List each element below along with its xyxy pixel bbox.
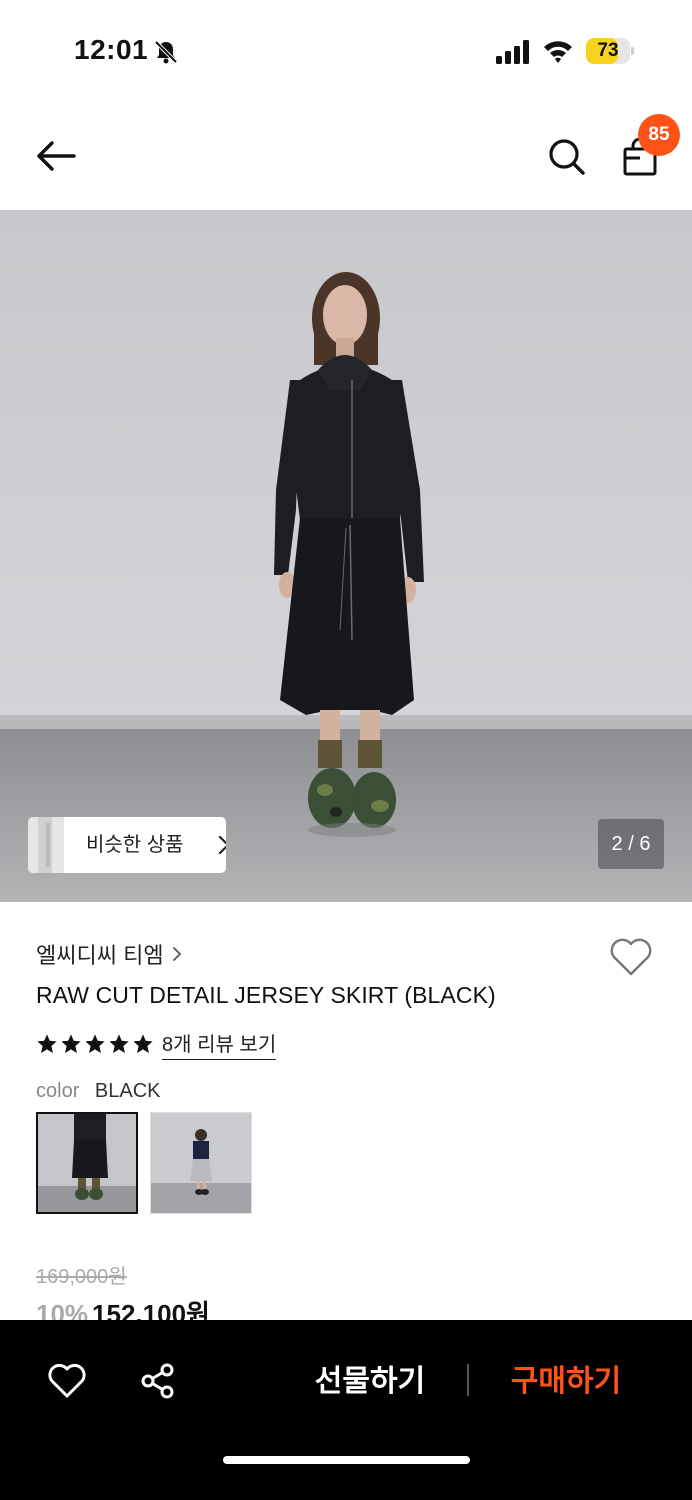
- similar-products-label: 비슷한 상품: [86, 834, 184, 856]
- search-button[interactable]: [540, 132, 594, 182]
- color-label: color: [36, 1080, 80, 1102]
- top-nav: 85: [0, 100, 692, 210]
- chevron-right-icon: [218, 835, 226, 855]
- battery-icon: 73: [586, 38, 634, 64]
- heart-icon: [48, 1363, 86, 1398]
- wishlist-button[interactable]: [608, 936, 656, 980]
- action-divider: [467, 1364, 469, 1396]
- color-swatches: [36, 1112, 252, 1214]
- back-button[interactable]: [28, 132, 84, 180]
- star-icon: [85, 1034, 105, 1053]
- signal-icon: [496, 40, 529, 64]
- color-swatch-black[interactable]: [36, 1112, 138, 1214]
- search-icon: [549, 139, 585, 175]
- cart-count-badge: 85: [638, 114, 680, 156]
- arrow-left-icon: [37, 141, 76, 171]
- swatch-image-grey: [151, 1113, 251, 1213]
- buy-button[interactable]: 구매하기: [496, 1354, 636, 1410]
- bell-slash-icon: [154, 40, 178, 64]
- share-button[interactable]: [136, 1358, 180, 1404]
- heart-outline-icon: [610, 938, 652, 976]
- star-icon: [37, 1034, 57, 1053]
- image-page-indicator: 2 / 6: [598, 819, 664, 869]
- product-title: RAW CUT DETAIL JERSEY SKIRT (BLACK): [36, 982, 496, 1008]
- gift-button[interactable]: 선물하기: [300, 1354, 440, 1410]
- color-swatch-grey[interactable]: [150, 1112, 252, 1214]
- product-image[interactable]: [0, 210, 692, 902]
- similar-products-button[interactable]: 비슷한 상품: [28, 817, 226, 873]
- product-photo: [0, 210, 692, 902]
- star-icon: [61, 1034, 81, 1053]
- cart-button[interactable]: 85: [614, 114, 680, 184]
- star-icon: [109, 1034, 129, 1053]
- home-indicator: [223, 1456, 470, 1464]
- brand-name: 엘씨디씨 티엠: [36, 943, 164, 968]
- original-price: 169,000원: [36, 1266, 127, 1288]
- brand-link[interactable]: 엘씨디씨 티엠: [36, 938, 182, 970]
- selected-color: BLACK: [94, 1080, 161, 1102]
- chevron-right-icon: [172, 947, 181, 961]
- share-icon: [141, 1363, 174, 1399]
- rating-row: 8개 리뷰 보기: [36, 1028, 277, 1060]
- swatch-image-black: [38, 1114, 136, 1212]
- reviews-link[interactable]: 8개 리뷰 보기: [162, 1028, 277, 1060]
- battery-percentage: 73: [597, 40, 619, 61]
- wifi-icon: [544, 41, 572, 63]
- status-bar: 12:01 73: [0, 0, 692, 100]
- like-button[interactable]: [44, 1358, 90, 1404]
- bottom-action-bar: 선물하기 구매하기: [0, 1320, 692, 1500]
- color-row: color BLACK: [36, 1080, 161, 1103]
- star-icon: [133, 1034, 153, 1053]
- status-time: 12:01: [74, 34, 149, 65]
- similar-thumbnail: [28, 817, 64, 873]
- rating-stars: [36, 1033, 154, 1055]
